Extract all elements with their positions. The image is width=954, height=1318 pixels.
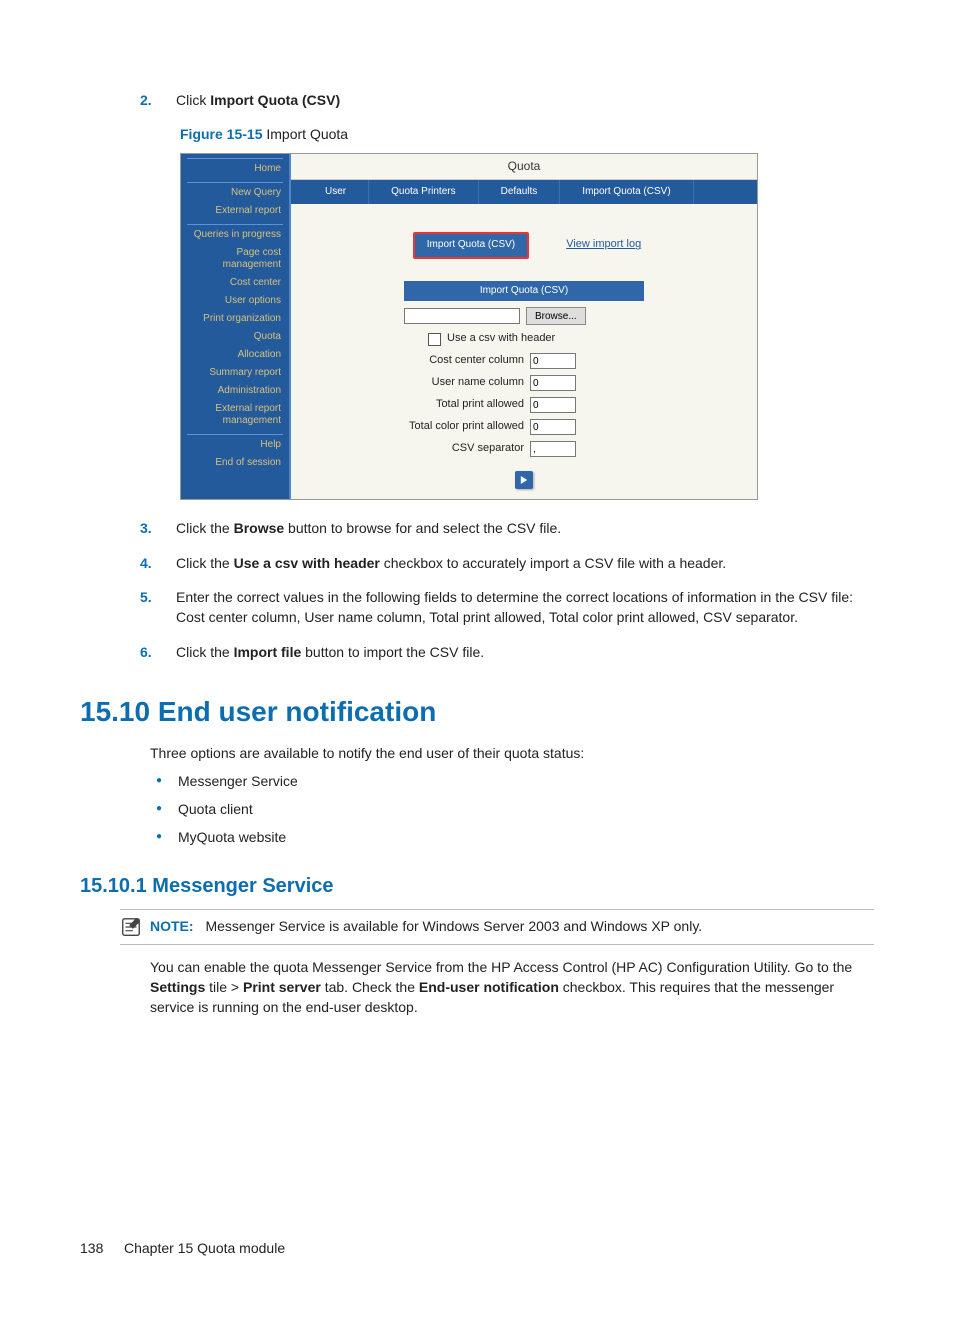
tab-user[interactable]: User xyxy=(303,180,369,205)
sidebar-item-cost-center[interactable]: Cost center xyxy=(181,274,289,292)
import-quota-button[interactable]: Import Quota (CSV) xyxy=(413,232,529,259)
tab-quota-printers[interactable]: Quota Printers xyxy=(369,180,478,205)
step-body: Click Import Quota (CSV) xyxy=(176,90,874,110)
play-icon xyxy=(520,476,528,484)
step-number: 5. xyxy=(140,587,158,628)
total-color-label: Total color print allowed xyxy=(404,419,524,435)
chapter-label: Chapter 15 Quota module xyxy=(124,1238,285,1258)
bullet-quota-client: Quota client xyxy=(150,799,874,819)
sidebar-item-home[interactable]: Home xyxy=(181,160,289,178)
bullet-myquota: MyQuota website xyxy=(150,827,874,847)
sidebar-item-quota[interactable]: Quota xyxy=(181,328,289,346)
use-header-label: Use a csv with header xyxy=(447,331,555,347)
page-number: 138 xyxy=(80,1238,110,1258)
note-text: Messenger Service is available for Windo… xyxy=(205,918,702,934)
note-band: NOTE: Messenger Service is available for… xyxy=(120,909,874,945)
sidebar-item-queries-progress[interactable]: Queries in progress xyxy=(181,226,289,244)
bullet-messenger: Messenger Service xyxy=(150,771,874,791)
total-color-input[interactable] xyxy=(530,419,576,435)
screenshot-import-quota: Home New Query External report Queries i… xyxy=(180,153,758,501)
view-import-log-link[interactable]: View import log xyxy=(566,237,641,253)
section-heading: 15.10 End user notification xyxy=(80,692,874,733)
total-print-label: Total print allowed xyxy=(404,397,524,413)
step-body: Click the Browse button to browse for an… xyxy=(176,518,874,538)
tab-defaults[interactable]: Defaults xyxy=(479,180,561,205)
cost-center-label: Cost center column xyxy=(404,353,524,369)
step-number: 6. xyxy=(140,642,158,662)
note-label: NOTE: xyxy=(150,918,194,934)
step-body: Enter the correct values in the followin… xyxy=(176,587,874,628)
step-number: 3. xyxy=(140,518,158,538)
sidebar-item-end-session[interactable]: End of session xyxy=(181,454,289,472)
import-file-button[interactable] xyxy=(515,471,533,489)
sidebar-item-summary[interactable]: Summary report xyxy=(181,364,289,382)
panel-title: Quota xyxy=(291,154,757,180)
step-bold: Import Quota (CSV) xyxy=(210,92,340,108)
figure-title: Import Quota xyxy=(262,126,348,142)
use-header-checkbox[interactable] xyxy=(428,333,441,346)
csv-separator-input[interactable] xyxy=(530,441,576,457)
section-intro: Three options are available to notify th… xyxy=(150,743,874,763)
import-form-title: Import Quota (CSV) xyxy=(404,281,644,302)
step-number: 2. xyxy=(140,90,158,110)
tab-import-quota[interactable]: Import Quota (CSV) xyxy=(560,180,693,205)
subsection-heading: 15.10.1 Messenger Service xyxy=(80,872,874,901)
cost-center-input[interactable] xyxy=(530,353,576,369)
note-icon xyxy=(120,916,142,938)
sidebar-item-help[interactable]: Help xyxy=(181,436,289,454)
step-text: Click xyxy=(176,92,210,108)
sidebar-item-ext-mgmt[interactable]: External report management xyxy=(181,400,289,430)
sidebar-item-print-org[interactable]: Print organization xyxy=(181,310,289,328)
import-quota-form: Import Quota (CSV) Browse... Use a csv w… xyxy=(404,281,644,489)
sidebar: Home New Query External report Queries i… xyxy=(181,154,291,500)
subsection-paragraph: You can enable the quota Messenger Servi… xyxy=(150,957,874,1018)
total-print-input[interactable] xyxy=(530,397,576,413)
user-name-input[interactable] xyxy=(530,375,576,391)
browse-button[interactable]: Browse... xyxy=(526,307,586,325)
sidebar-item-allocation[interactable]: Allocation xyxy=(181,346,289,364)
sidebar-item-external-report[interactable]: External report xyxy=(181,202,289,220)
step-number: 4. xyxy=(140,553,158,573)
tab-bar: User Quota Printers Defaults Import Quot… xyxy=(291,180,757,205)
csv-separator-label: CSV separator xyxy=(404,441,524,457)
figure-caption: Figure 15-15 Import Quota xyxy=(180,124,874,144)
step-body: Click the Import file button to import t… xyxy=(176,642,874,662)
user-name-label: User name column xyxy=(404,375,524,391)
sidebar-item-user-options[interactable]: User options xyxy=(181,292,289,310)
step-body: Click the Use a csv with header checkbox… xyxy=(176,553,874,573)
file-path-input[interactable] xyxy=(404,308,520,324)
sidebar-item-page-cost[interactable]: Page cost management xyxy=(181,244,289,274)
figure-ref: Figure 15-15 xyxy=(180,126,262,142)
sidebar-item-admin[interactable]: Administration xyxy=(181,382,289,400)
sidebar-item-new-query[interactable]: New Query xyxy=(181,184,289,202)
page-footer: 138 Chapter 15 Quota module xyxy=(80,1238,874,1258)
main-panel: Quota User Quota Printers Defaults Impor… xyxy=(291,154,757,500)
